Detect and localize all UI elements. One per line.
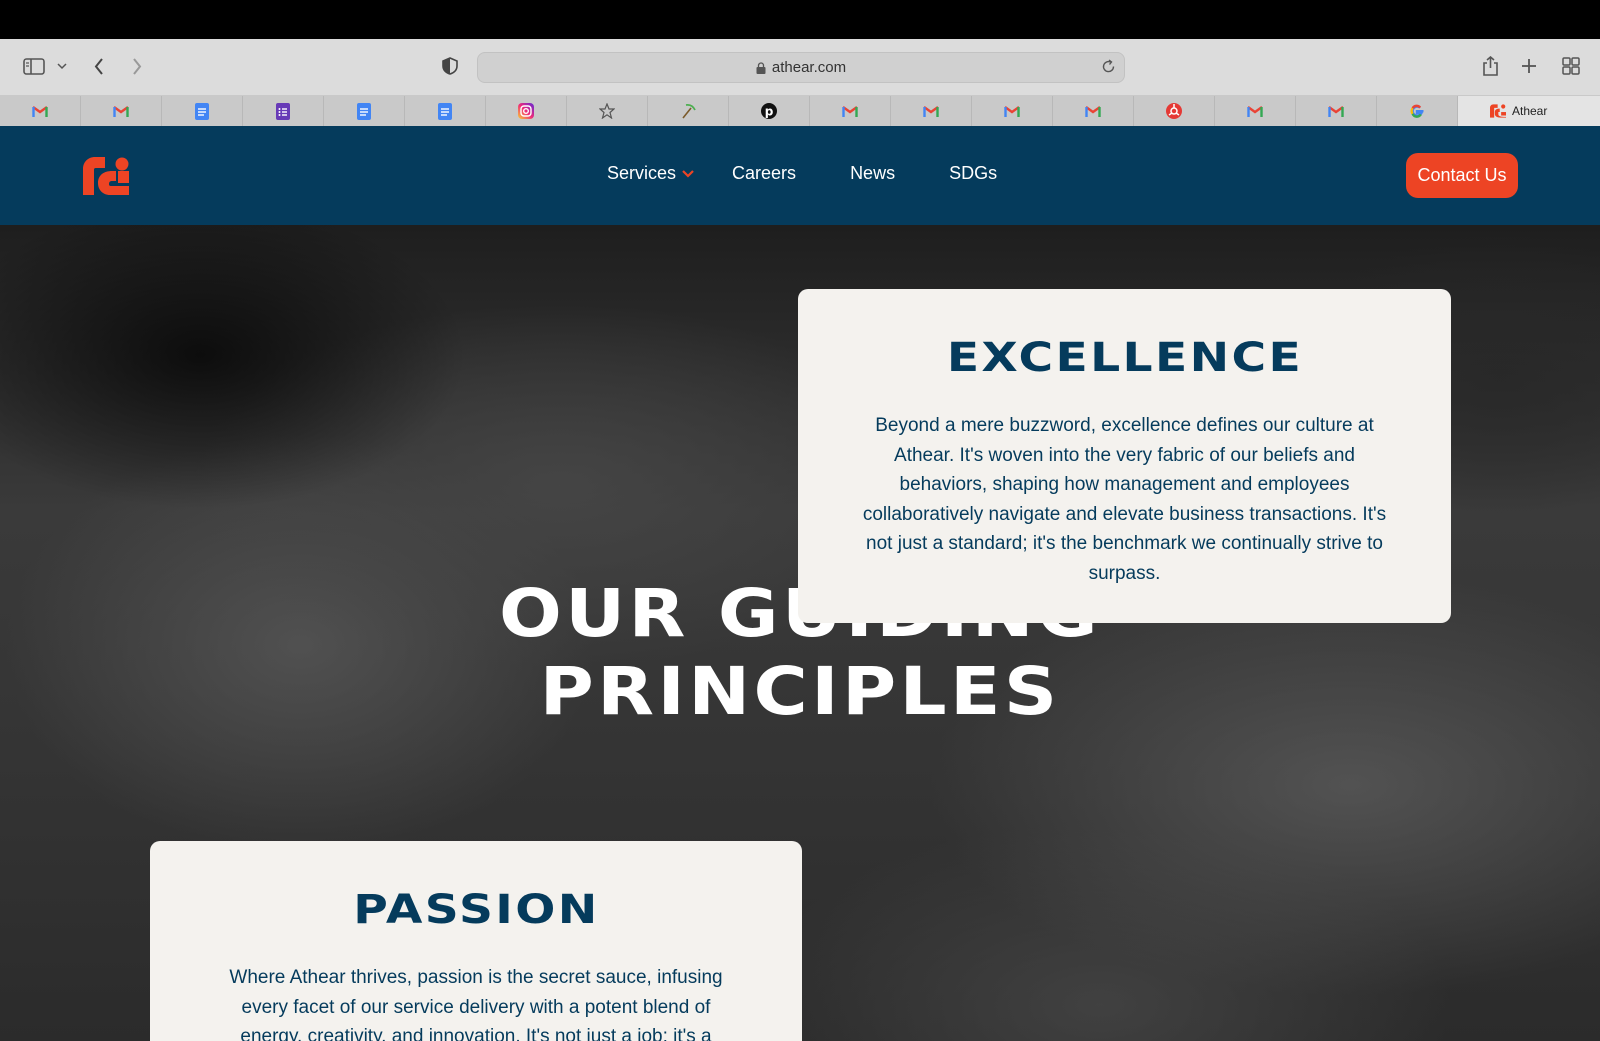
tab-16[interactable]	[1215, 96, 1296, 126]
share-icon[interactable]	[1480, 51, 1500, 81]
nav-services[interactable]: Services	[607, 163, 694, 184]
site-header: Services Careers News SDGs Contact Us	[0, 126, 1600, 225]
google-docs-icon	[356, 102, 372, 120]
principles-hero: OUR GUIDING PRINCIPLES EXCELLENCE Beyond…	[0, 225, 1600, 1041]
tab-7[interactable]	[486, 96, 567, 126]
gmail-icon	[32, 103, 48, 119]
tab-10[interactable]: p	[729, 96, 810, 126]
nav-careers[interactable]: Careers	[732, 163, 796, 184]
nav-services-label: Services	[607, 163, 677, 183]
nav-news[interactable]: News	[850, 163, 895, 184]
gmail-icon	[1328, 103, 1344, 119]
forward-icon[interactable]	[128, 51, 146, 81]
menu-bar-area	[0, 0, 1600, 39]
tab-athear[interactable]: Athear	[1458, 96, 1600, 126]
tab-overview-icon[interactable]	[1561, 51, 1581, 81]
tab-14[interactable]	[1053, 96, 1134, 126]
lock-icon	[756, 61, 766, 74]
google-icon	[1409, 103, 1425, 119]
google-docs-icon	[194, 102, 210, 120]
athear-logo-icon[interactable]	[83, 157, 129, 195]
chevron-down-icon[interactable]	[56, 51, 68, 81]
tab-bar: p Athear	[0, 96, 1600, 126]
tab-11[interactable]	[810, 96, 891, 126]
red-circle-icon	[1166, 103, 1182, 119]
chevron-down-icon	[682, 169, 694, 178]
tab-12[interactable]	[891, 96, 972, 126]
nav-sdgs[interactable]: SDGs	[949, 163, 997, 184]
gmail-icon	[842, 103, 858, 119]
gmail-icon	[923, 103, 939, 119]
contact-us-button[interactable]: Contact Us	[1406, 153, 1518, 198]
tab-5[interactable]	[324, 96, 405, 126]
hero-title-line-2: PRINCIPLES	[539, 653, 1061, 730]
address-bar[interactable]: athear.com	[477, 52, 1125, 83]
sidebar-toggle-icon[interactable]	[22, 51, 46, 81]
gmail-icon	[1085, 103, 1101, 119]
excellence-body: Beyond a mere buzzword, excellence defin…	[862, 415, 1387, 584]
tab-title: Athear	[1512, 104, 1548, 118]
pinterest-icon: p	[761, 103, 777, 119]
back-icon[interactable]	[90, 51, 108, 81]
google-forms-icon	[275, 102, 291, 120]
tab-1[interactable]	[0, 96, 81, 126]
tab-4[interactable]	[243, 96, 324, 126]
passion-title: PASSION	[352, 887, 600, 933]
excellence-card: EXCELLENCE Beyond a mere buzzword, excel…	[798, 289, 1451, 623]
tab-15[interactable]	[1134, 96, 1215, 126]
browser-toolbar: athear.com	[0, 39, 1600, 96]
excellence-title: EXCELLENCE	[946, 335, 1303, 381]
instagram-icon	[518, 103, 534, 119]
google-docs-icon	[437, 102, 453, 120]
passion-body: Where Athear thrives, passion is the sec…	[229, 967, 723, 1041]
gmail-icon	[113, 103, 129, 119]
tab-9[interactable]	[648, 96, 729, 126]
reload-icon[interactable]	[1101, 59, 1116, 74]
privacy-shield-icon[interactable]	[441, 51, 459, 81]
gmail-icon	[1247, 103, 1263, 119]
url-text: athear.com	[771, 59, 847, 76]
new-tab-icon[interactable]	[1520, 51, 1538, 81]
athear-logo-icon	[1490, 103, 1506, 119]
main-nav: Services Careers News SDGs	[607, 163, 997, 184]
gmail-icon	[1004, 103, 1020, 119]
pickaxe-icon	[680, 103, 696, 119]
star-icon	[599, 103, 615, 119]
tab-13[interactable]	[972, 96, 1053, 126]
tab-8[interactable]	[567, 96, 648, 126]
svg-text:p: p	[765, 105, 774, 119]
tab-3[interactable]	[162, 96, 243, 126]
tab-18[interactable]	[1377, 96, 1458, 126]
tab-2[interactable]	[81, 96, 162, 126]
tab-6[interactable]	[405, 96, 486, 126]
tab-17[interactable]	[1296, 96, 1377, 126]
passion-card: PASSION Where Athear thrives, passion is…	[150, 841, 802, 1041]
